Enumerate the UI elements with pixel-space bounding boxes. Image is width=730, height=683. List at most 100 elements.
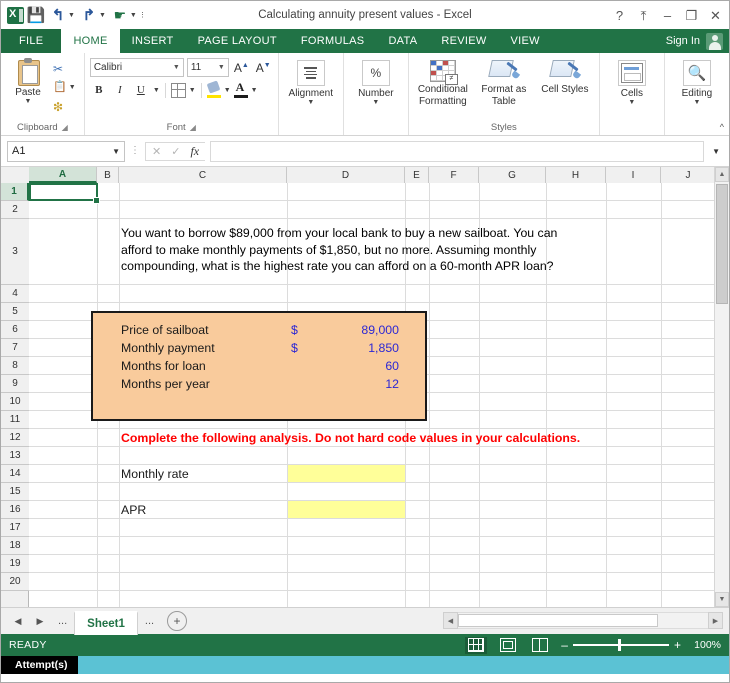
row-header-14[interactable]: 14 bbox=[1, 465, 29, 483]
touch-mode-icon[interactable]: ☛ bbox=[110, 5, 130, 25]
undo-icon[interactable]: ↰ bbox=[48, 5, 68, 25]
enter-formula-button[interactable]: ✓ bbox=[171, 145, 180, 158]
conditional-formatting-button[interactable]: ≠ Conditional Formatting bbox=[414, 58, 472, 107]
font-name-input[interactable]: Calibri ▼ bbox=[89, 58, 184, 77]
row-header-16[interactable]: 16 bbox=[1, 501, 29, 519]
tab-page-layout[interactable]: PAGE LAYOUT bbox=[186, 29, 289, 53]
column-header-D[interactable]: D bbox=[287, 167, 405, 183]
number-button[interactable]: % Number ▼ bbox=[349, 58, 403, 106]
tab-view[interactable]: VIEW bbox=[499, 29, 552, 53]
column-header-I[interactable]: I bbox=[606, 167, 661, 183]
row-header-19[interactable]: 19 bbox=[1, 555, 29, 573]
font-size-input[interactable]: 11 ▼ bbox=[186, 58, 229, 77]
customize-qat-icon[interactable]: ⋮ bbox=[139, 11, 146, 19]
fill-color-dropdown-icon[interactable]: ▼ bbox=[224, 87, 231, 94]
vertical-scrollbar[interactable]: ▲ ▼ bbox=[714, 167, 729, 607]
bold-button[interactable]: B bbox=[90, 81, 108, 99]
row-header-1[interactable]: 1 bbox=[1, 183, 29, 201]
paste-button[interactable]: Paste ▼ bbox=[6, 58, 50, 105]
editing-button[interactable]: 🔍 Editing ▼ bbox=[670, 58, 724, 106]
zoom-out-button[interactable]: – bbox=[561, 639, 568, 651]
selected-cell-A1[interactable] bbox=[29, 183, 98, 201]
name-box[interactable]: A1 ▼ bbox=[7, 140, 125, 162]
row-header-5[interactable]: 5 bbox=[1, 303, 29, 321]
redo-dropdown-icon[interactable]: ▼ bbox=[99, 12, 106, 19]
cells-area[interactable]: You want to borrow $89,000 from your loc… bbox=[29, 183, 714, 607]
column-header-F[interactable]: F bbox=[429, 167, 479, 183]
insert-function-button[interactable]: fx bbox=[190, 144, 199, 159]
sheet-tabs-right-ellipsis[interactable]: ... bbox=[138, 615, 161, 627]
horizontal-scrollbar[interactable]: ◀ ▶ bbox=[443, 611, 723, 630]
row-header-13[interactable]: 13 bbox=[1, 447, 29, 465]
expand-formula-bar-icon[interactable]: ▼ bbox=[709, 147, 723, 156]
underline-button[interactable]: U bbox=[132, 81, 150, 99]
underline-dropdown-icon[interactable]: ▼ bbox=[153, 87, 160, 94]
font-color-dropdown-icon[interactable]: ▼ bbox=[251, 87, 258, 94]
copy-button[interactable]: 📋 ▼ bbox=[53, 79, 76, 96]
horizontal-scroll-thumb[interactable] bbox=[458, 614, 658, 627]
sheet-tab-sheet1[interactable]: Sheet1 bbox=[74, 611, 138, 635]
row-header-3[interactable]: 3 bbox=[1, 219, 29, 285]
restore-button[interactable]: ❐ bbox=[684, 9, 699, 22]
paste-dropdown-icon[interactable]: ▼ bbox=[25, 98, 32, 105]
row-header-6[interactable]: 6 bbox=[1, 321, 29, 339]
sign-in-area[interactable]: Sign In bbox=[666, 29, 729, 53]
format-painter-button[interactable]: ❇ bbox=[53, 98, 76, 115]
close-button[interactable]: ✕ bbox=[708, 9, 723, 22]
horizontal-scroll-track[interactable] bbox=[458, 612, 708, 629]
save-icon[interactable]: 💾 bbox=[26, 5, 46, 25]
zoom-level-label[interactable]: 100% bbox=[691, 639, 721, 651]
scroll-up-button[interactable]: ▲ bbox=[715, 167, 729, 182]
column-header-B[interactable]: B bbox=[97, 167, 119, 183]
zoom-in-button[interactable]: + bbox=[674, 639, 681, 651]
scroll-left-button[interactable]: ◀ bbox=[443, 612, 458, 629]
answer-cell-apr[interactable] bbox=[288, 501, 405, 518]
editing-dropdown-icon[interactable]: ▼ bbox=[693, 99, 700, 106]
scroll-down-button[interactable]: ▼ bbox=[715, 592, 729, 607]
page-break-preview-button[interactable] bbox=[529, 637, 551, 654]
scroll-right-button[interactable]: ▶ bbox=[708, 612, 723, 629]
tab-review[interactable]: REVIEW bbox=[429, 29, 498, 53]
decrease-font-size-button[interactable]: A▼ bbox=[254, 61, 273, 75]
zoom-track[interactable] bbox=[572, 639, 669, 652]
zoom-slider[interactable]: – + bbox=[561, 639, 681, 652]
row-header-12[interactable]: 12 bbox=[1, 429, 29, 447]
row-header-18[interactable]: 18 bbox=[1, 537, 29, 555]
formula-input[interactable] bbox=[210, 140, 705, 162]
copy-dropdown-icon[interactable]: ▼ bbox=[69, 84, 76, 91]
help-button[interactable]: ? bbox=[612, 9, 627, 22]
name-box-dropdown-icon[interactable]: ▼ bbox=[112, 147, 120, 156]
increase-font-size-button[interactable]: A▲ bbox=[232, 61, 251, 75]
new-sheet-button[interactable]: + bbox=[167, 611, 188, 631]
font-name-dropdown-icon[interactable]: ▼ bbox=[173, 64, 180, 71]
cells-dropdown-icon[interactable]: ▼ bbox=[628, 99, 635, 106]
row-header-9[interactable]: 9 bbox=[1, 375, 29, 393]
row-header-4[interactable]: 4 bbox=[1, 285, 29, 303]
ribbon-display-options-button[interactable]: ⤒ bbox=[636, 9, 651, 22]
row-header-11[interactable]: 11 bbox=[1, 411, 29, 429]
row-header-8[interactable]: 8 bbox=[1, 357, 29, 375]
row-header-15[interactable]: 15 bbox=[1, 483, 29, 501]
normal-view-button[interactable] bbox=[465, 636, 488, 654]
tab-file[interactable]: FILE bbox=[1, 29, 62, 53]
tab-formulas[interactable]: FORMULAS bbox=[289, 29, 377, 53]
cancel-formula-button[interactable]: ✕ bbox=[152, 145, 161, 158]
minimize-button[interactable]: – bbox=[660, 9, 675, 22]
row-header-2[interactable]: 2 bbox=[1, 201, 29, 219]
fill-color-icon[interactable] bbox=[206, 80, 221, 98]
number-dropdown-icon[interactable]: ▼ bbox=[372, 99, 379, 106]
page-layout-view-button[interactable] bbox=[497, 637, 519, 654]
tab-home[interactable]: HOME bbox=[61, 29, 120, 53]
column-header-C[interactable]: C bbox=[119, 167, 287, 183]
italic-button[interactable]: I bbox=[111, 81, 129, 99]
row-header-10[interactable]: 10 bbox=[1, 393, 29, 411]
column-header-H[interactable]: H bbox=[546, 167, 606, 183]
font-color-icon[interactable]: A bbox=[233, 81, 248, 98]
tab-data[interactable]: DATA bbox=[376, 29, 429, 53]
borders-dropdown-icon[interactable]: ▼ bbox=[189, 87, 196, 94]
column-header-A[interactable]: A bbox=[29, 167, 97, 183]
redo-icon[interactable]: ↱ bbox=[79, 5, 99, 25]
fill-handle[interactable] bbox=[93, 197, 100, 204]
alignment-button[interactable]: Alignment ▼ bbox=[284, 58, 338, 106]
column-header-E[interactable]: E bbox=[405, 167, 429, 183]
